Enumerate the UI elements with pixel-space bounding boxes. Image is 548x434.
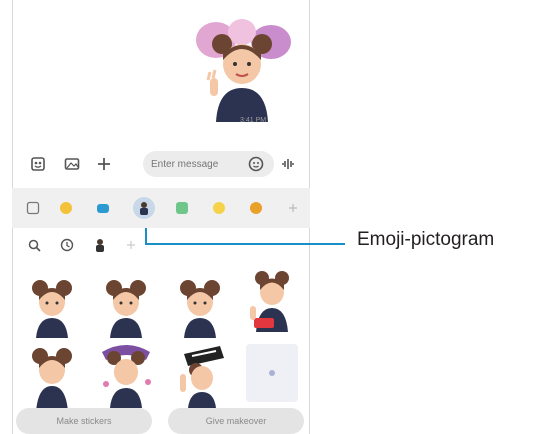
history-icon[interactable] <box>57 235 77 255</box>
ar-emoji-sticker[interactable] <box>96 342 156 408</box>
message-timestamp: 3:41 PM <box>240 117 267 124</box>
callout-line-horizontal <box>145 243 345 245</box>
recent-stickers-icon[interactable] <box>22 197 44 219</box>
star-sticker-category-icon[interactable] <box>208 197 230 219</box>
emoji-subcategory-row <box>12 228 310 262</box>
ar-emoji-sticker[interactable] <box>22 272 82 338</box>
add-avatar-icon[interactable] <box>121 235 141 255</box>
ar-emoji-sticker[interactable] <box>170 342 230 408</box>
camera-sticker-category-icon[interactable] <box>92 197 114 219</box>
bitmoji-category-icon[interactable] <box>245 197 267 219</box>
ar-emoji-pictogram-category-icon[interactable] <box>133 197 155 219</box>
ar-emoji-sticker[interactable] <box>170 272 230 338</box>
ar-emoji-sticker[interactable] <box>96 272 156 338</box>
more-categories-icon[interactable] <box>282 197 304 219</box>
gif-category-icon[interactable] <box>171 197 193 219</box>
make-stickers-button[interactable]: Make stickers <box>16 408 152 434</box>
emoji-face-category-icon[interactable] <box>55 197 77 219</box>
sticker-icon[interactable] <box>28 154 48 174</box>
emoji-icon[interactable] <box>246 154 266 174</box>
add-icon[interactable] <box>94 154 114 174</box>
gallery-icon[interactable] <box>62 154 82 174</box>
give-makeover-button[interactable]: Give makeover <box>168 408 304 434</box>
create-sticker-tile[interactable] <box>246 344 298 402</box>
received-sticker[interactable] <box>186 10 298 122</box>
message-input-row <box>12 146 310 182</box>
sticker-category-bar <box>12 188 310 228</box>
voice-icon[interactable] <box>278 154 298 174</box>
callout-line-vertical <box>145 228 147 244</box>
avatar-icon[interactable] <box>90 235 110 255</box>
ar-emoji-sticker[interactable] <box>22 346 82 412</box>
callout-label: Emoji-pictogram <box>357 229 495 250</box>
ar-emoji-sticker[interactable] <box>242 266 302 332</box>
search-icon[interactable] <box>24 235 44 255</box>
